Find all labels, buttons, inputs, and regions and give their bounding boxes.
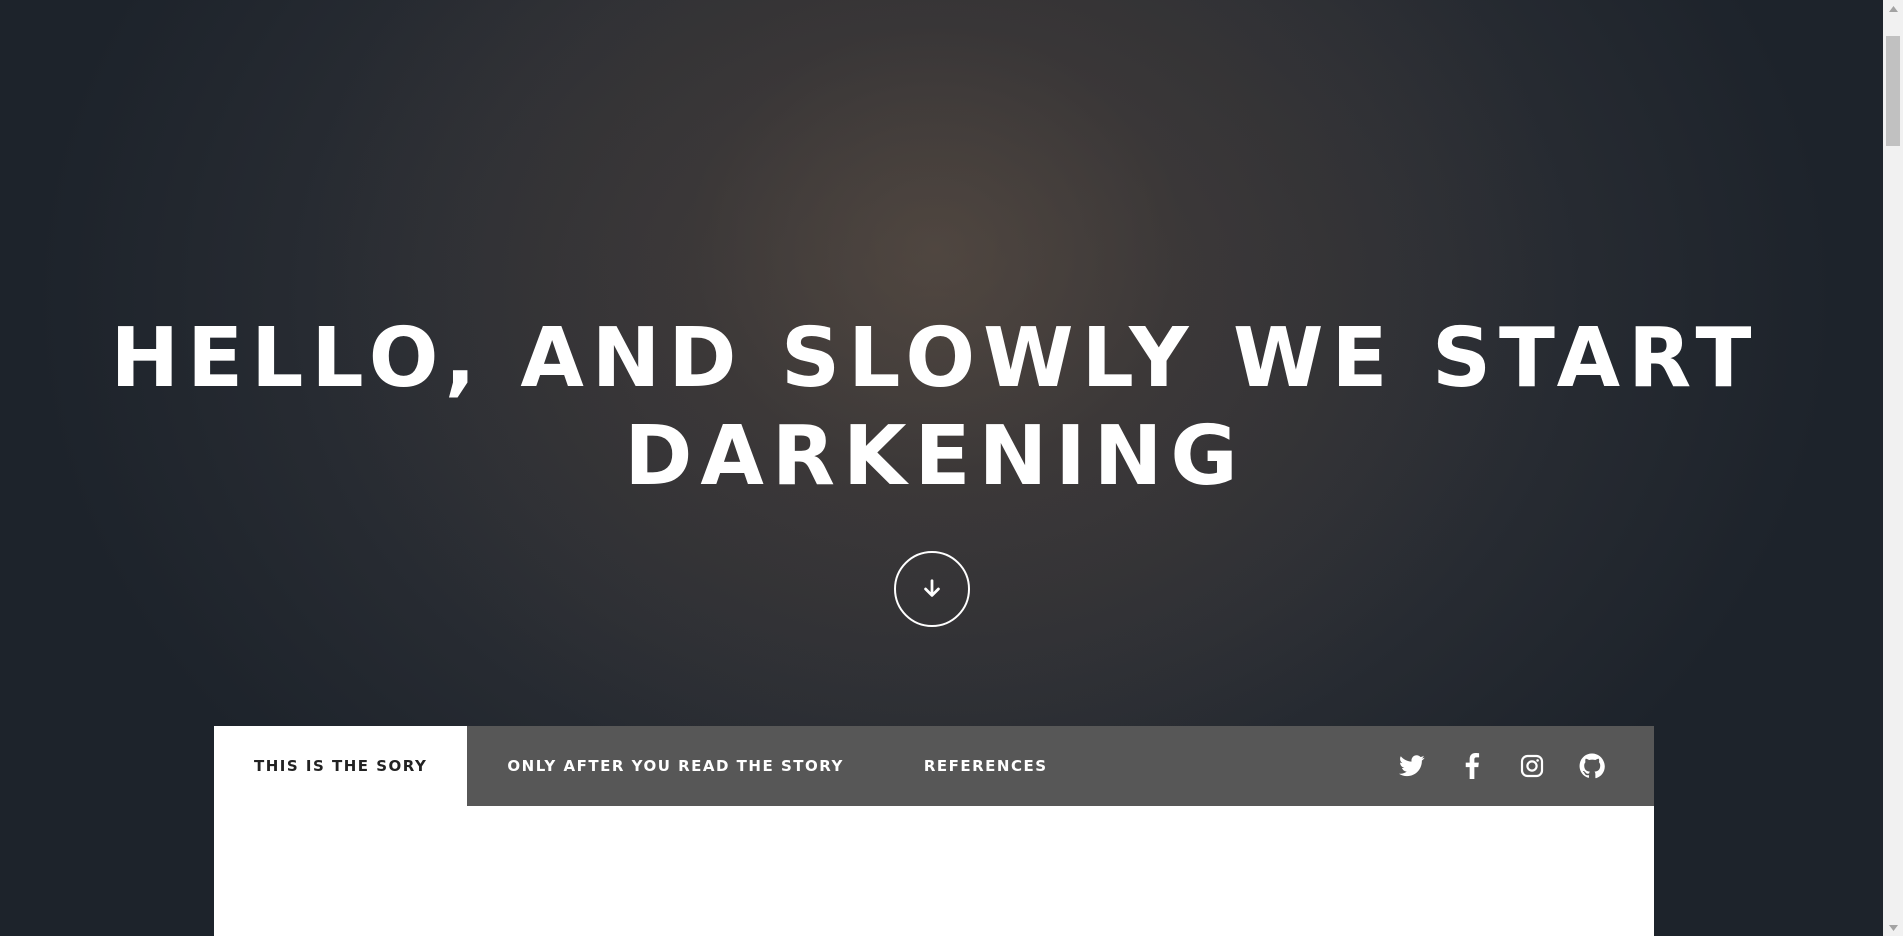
story-content-panel <box>214 806 1654 936</box>
scrollbar-thumb[interactable] <box>1886 36 1900 146</box>
facebook-icon <box>1465 753 1480 779</box>
social-links <box>1396 726 1654 806</box>
arrow-down-icon <box>924 579 940 597</box>
twitter-link[interactable] <box>1396 750 1428 782</box>
facebook-link[interactable] <box>1456 750 1488 782</box>
scroll-up-arrow[interactable] <box>1883 0 1903 17</box>
page: Hello, and slowly we start darkening Thi… <box>0 0 1903 936</box>
instagram-link[interactable] <box>1516 750 1548 782</box>
scroll-down-button[interactable] <box>894 551 970 627</box>
tab-references-label: References <box>923 757 1048 775</box>
vertical-scrollbar[interactable] <box>1883 0 1903 936</box>
hero-title: Hello, and slowly we start darkening <box>110 311 1760 504</box>
github-link[interactable] <box>1576 750 1608 782</box>
instagram-icon <box>1520 754 1544 778</box>
github-icon <box>1579 753 1605 779</box>
tab-bar: This is the sory Only after you read the… <box>214 726 1654 806</box>
tab-after-story[interactable]: Only after you read the story <box>467 726 883 806</box>
tab-story[interactable]: This is the sory <box>214 726 468 806</box>
tab-story-label: This is the sory <box>254 757 428 775</box>
twitter-icon <box>1399 755 1425 777</box>
chevron-down-icon <box>1888 924 1898 931</box>
tab-after-story-label: Only after you read the story <box>507 757 844 775</box>
scroll-down-arrow[interactable] <box>1883 919 1903 936</box>
chevron-up-icon <box>1888 5 1898 12</box>
tab-references[interactable]: References <box>884 726 1088 806</box>
